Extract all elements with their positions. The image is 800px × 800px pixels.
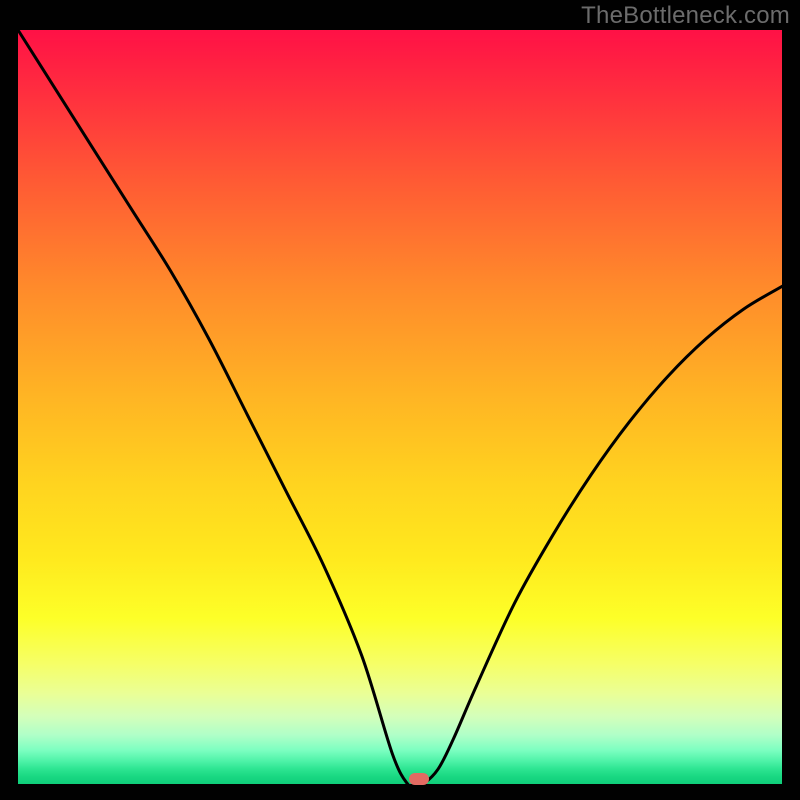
watermark-text: TheBottleneck.com [581,2,790,30]
minimum-marker [409,773,429,785]
chart-frame: TheBottleneck.com [0,0,800,800]
bottleneck-curve [18,30,782,784]
plot-area [18,30,782,784]
